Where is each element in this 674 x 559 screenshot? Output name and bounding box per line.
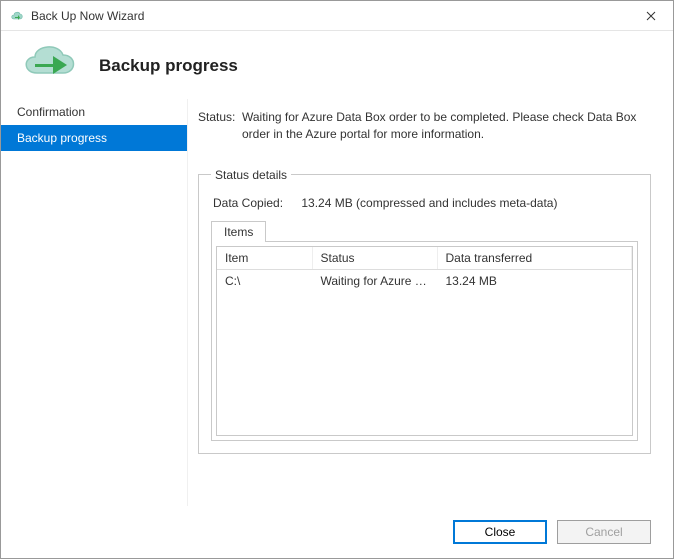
wizard-steps-sidebar: Confirmation Backup progress: [1, 99, 188, 506]
cloud-backup-icon: [17, 39, 81, 79]
cell-status: Waiting for Azure D...: [312, 269, 437, 292]
tab-items[interactable]: Items: [211, 221, 266, 242]
cancel-button: Cancel: [557, 520, 651, 544]
status-details-group: Status details Data Copied: 13.24 MB (co…: [198, 168, 651, 454]
close-button[interactable]: Close: [453, 520, 547, 544]
tab-items-panel: Item Status Data transferred C:\ Waiting…: [211, 241, 638, 441]
details-tabstrip: Items: [211, 221, 638, 242]
data-copied-row: Data Copied: 13.24 MB (compressed and in…: [213, 196, 638, 210]
wizard-header: Backup progress: [1, 31, 673, 99]
status-row: Status: Waiting for Azure Data Box order…: [198, 109, 651, 144]
data-copied-value: 13.24 MB (compressed and includes meta-d…: [301, 196, 557, 210]
sidebar-item-confirmation[interactable]: Confirmation: [1, 99, 187, 125]
items-grid-header: Item Status Data transferred: [217, 247, 632, 270]
window-title: Back Up Now Wizard: [31, 9, 144, 23]
title-bar: Back Up Now Wizard: [1, 1, 673, 31]
wizard-footer: Close Cancel: [1, 506, 673, 558]
app-cloud-icon: [9, 8, 25, 24]
window-close-button[interactable]: [629, 1, 673, 31]
status-value: Waiting for Azure Data Box order to be c…: [242, 109, 651, 144]
cell-transferred: 13.24 MB: [437, 269, 632, 292]
items-grid: Item Status Data transferred C:\ Waiting…: [216, 246, 633, 436]
column-item[interactable]: Item: [217, 247, 312, 270]
data-copied-label: Data Copied:: [213, 196, 298, 210]
status-label: Status:: [198, 109, 242, 144]
close-icon: [646, 8, 656, 24]
table-row[interactable]: C:\ Waiting for Azure D... 13.24 MB: [217, 269, 632, 292]
column-status[interactable]: Status: [312, 247, 437, 270]
sidebar-item-backup-progress[interactable]: Backup progress: [1, 125, 187, 151]
wizard-body: Confirmation Backup progress Status: Wai…: [1, 99, 673, 506]
status-details-legend: Status details: [211, 168, 291, 182]
page-title: Backup progress: [99, 56, 238, 76]
column-transferred[interactable]: Data transferred: [437, 247, 632, 270]
wizard-content: Status: Waiting for Azure Data Box order…: [188, 99, 673, 506]
cell-item: C:\: [217, 269, 312, 292]
